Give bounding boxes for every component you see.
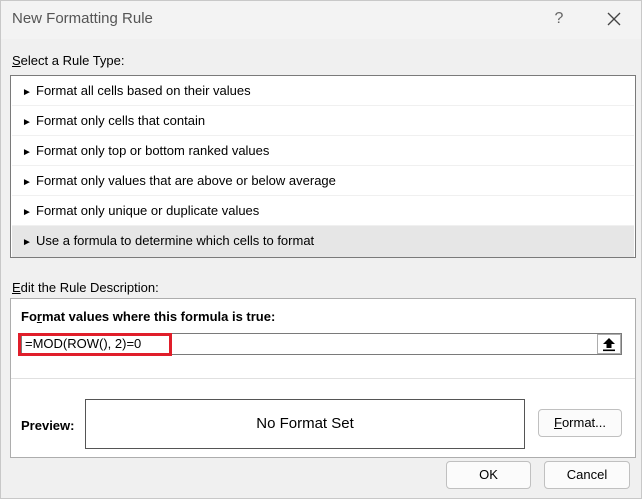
rule-type-item-label: Format only unique or duplicate values (36, 203, 260, 218)
rule-type-item-formula[interactable]: ► Use a formula to determine which cells … (12, 226, 634, 257)
rule-type-label-text: elect a Rule Type: (20, 53, 125, 68)
rule-type-item-label: Format all cells based on their values (36, 83, 251, 98)
formula-highlight-box (18, 333, 172, 356)
rule-type-item-above-below-average[interactable]: ► Format only values that are above or be… (12, 166, 634, 196)
format-button-accesskey: F (553, 415, 562, 430)
rule-description-panel: Format values where this formula is true… (10, 298, 636, 458)
divider (11, 378, 635, 379)
preview-label: Preview: (21, 418, 75, 433)
upload-arrow-icon (603, 338, 615, 352)
preview-box: No Format Set (85, 399, 525, 449)
rule-description-label-text: dit the Rule Description: (20, 280, 159, 295)
formula-heading: Format values where this formula is true… (21, 309, 275, 324)
close-button[interactable] (602, 6, 626, 32)
arrow-right-icon: ► (22, 237, 32, 248)
rule-description-label-accesskey: E (12, 280, 21, 295)
rule-type-label-accesskey: S (12, 53, 21, 68)
formula-heading-rest: mat values where this formula is true: (41, 309, 276, 324)
rule-type-list[interactable]: ► Format all cells based on their values … (10, 75, 636, 258)
rule-type-item-all-cells[interactable]: ► Format all cells based on their values (12, 76, 634, 106)
format-button[interactable]: Format... (538, 409, 622, 437)
arrow-right-icon: ► (22, 177, 32, 188)
title-bar: New Formatting Rule ? (1, 1, 641, 39)
arrow-right-icon: ► (22, 117, 32, 128)
rule-description-label: Edit the Rule Description: (12, 280, 159, 295)
ok-button[interactable]: OK (446, 461, 531, 489)
arrow-right-icon: ► (22, 147, 32, 158)
rule-type-item-label: Use a formula to determine which cells t… (36, 233, 315, 248)
collapse-dialog-button[interactable] (597, 334, 621, 354)
arrow-right-icon: ► (22, 207, 32, 218)
new-formatting-rule-dialog: New Formatting Rule ? Select a Rule Type… (0, 0, 642, 499)
help-button[interactable]: ? (550, 7, 568, 31)
dialog-title: New Formatting Rule (12, 10, 153, 27)
rule-type-item-unique-duplicate[interactable]: ► Format only unique or duplicate values (12, 196, 634, 226)
cancel-button[interactable]: Cancel (544, 461, 630, 489)
rule-type-item-label: Format only cells that contain (36, 113, 206, 128)
preview-text: No Format Set (256, 415, 354, 432)
rule-type-item-top-bottom[interactable]: ► Format only top or bottom ranked values (12, 136, 634, 166)
arrow-right-icon: ► (22, 87, 32, 98)
rule-type-label: Select a Rule Type: (12, 53, 125, 68)
close-icon (607, 12, 621, 26)
rule-type-item-label: Format only values that are above or bel… (36, 173, 336, 188)
formula-heading-start: Fo (21, 309, 37, 324)
rule-type-item-label: Format only top or bottom ranked values (36, 143, 270, 158)
rule-type-item-cells-contain[interactable]: ► Format only cells that contain (12, 106, 634, 136)
format-button-label: ormat... (561, 415, 607, 430)
